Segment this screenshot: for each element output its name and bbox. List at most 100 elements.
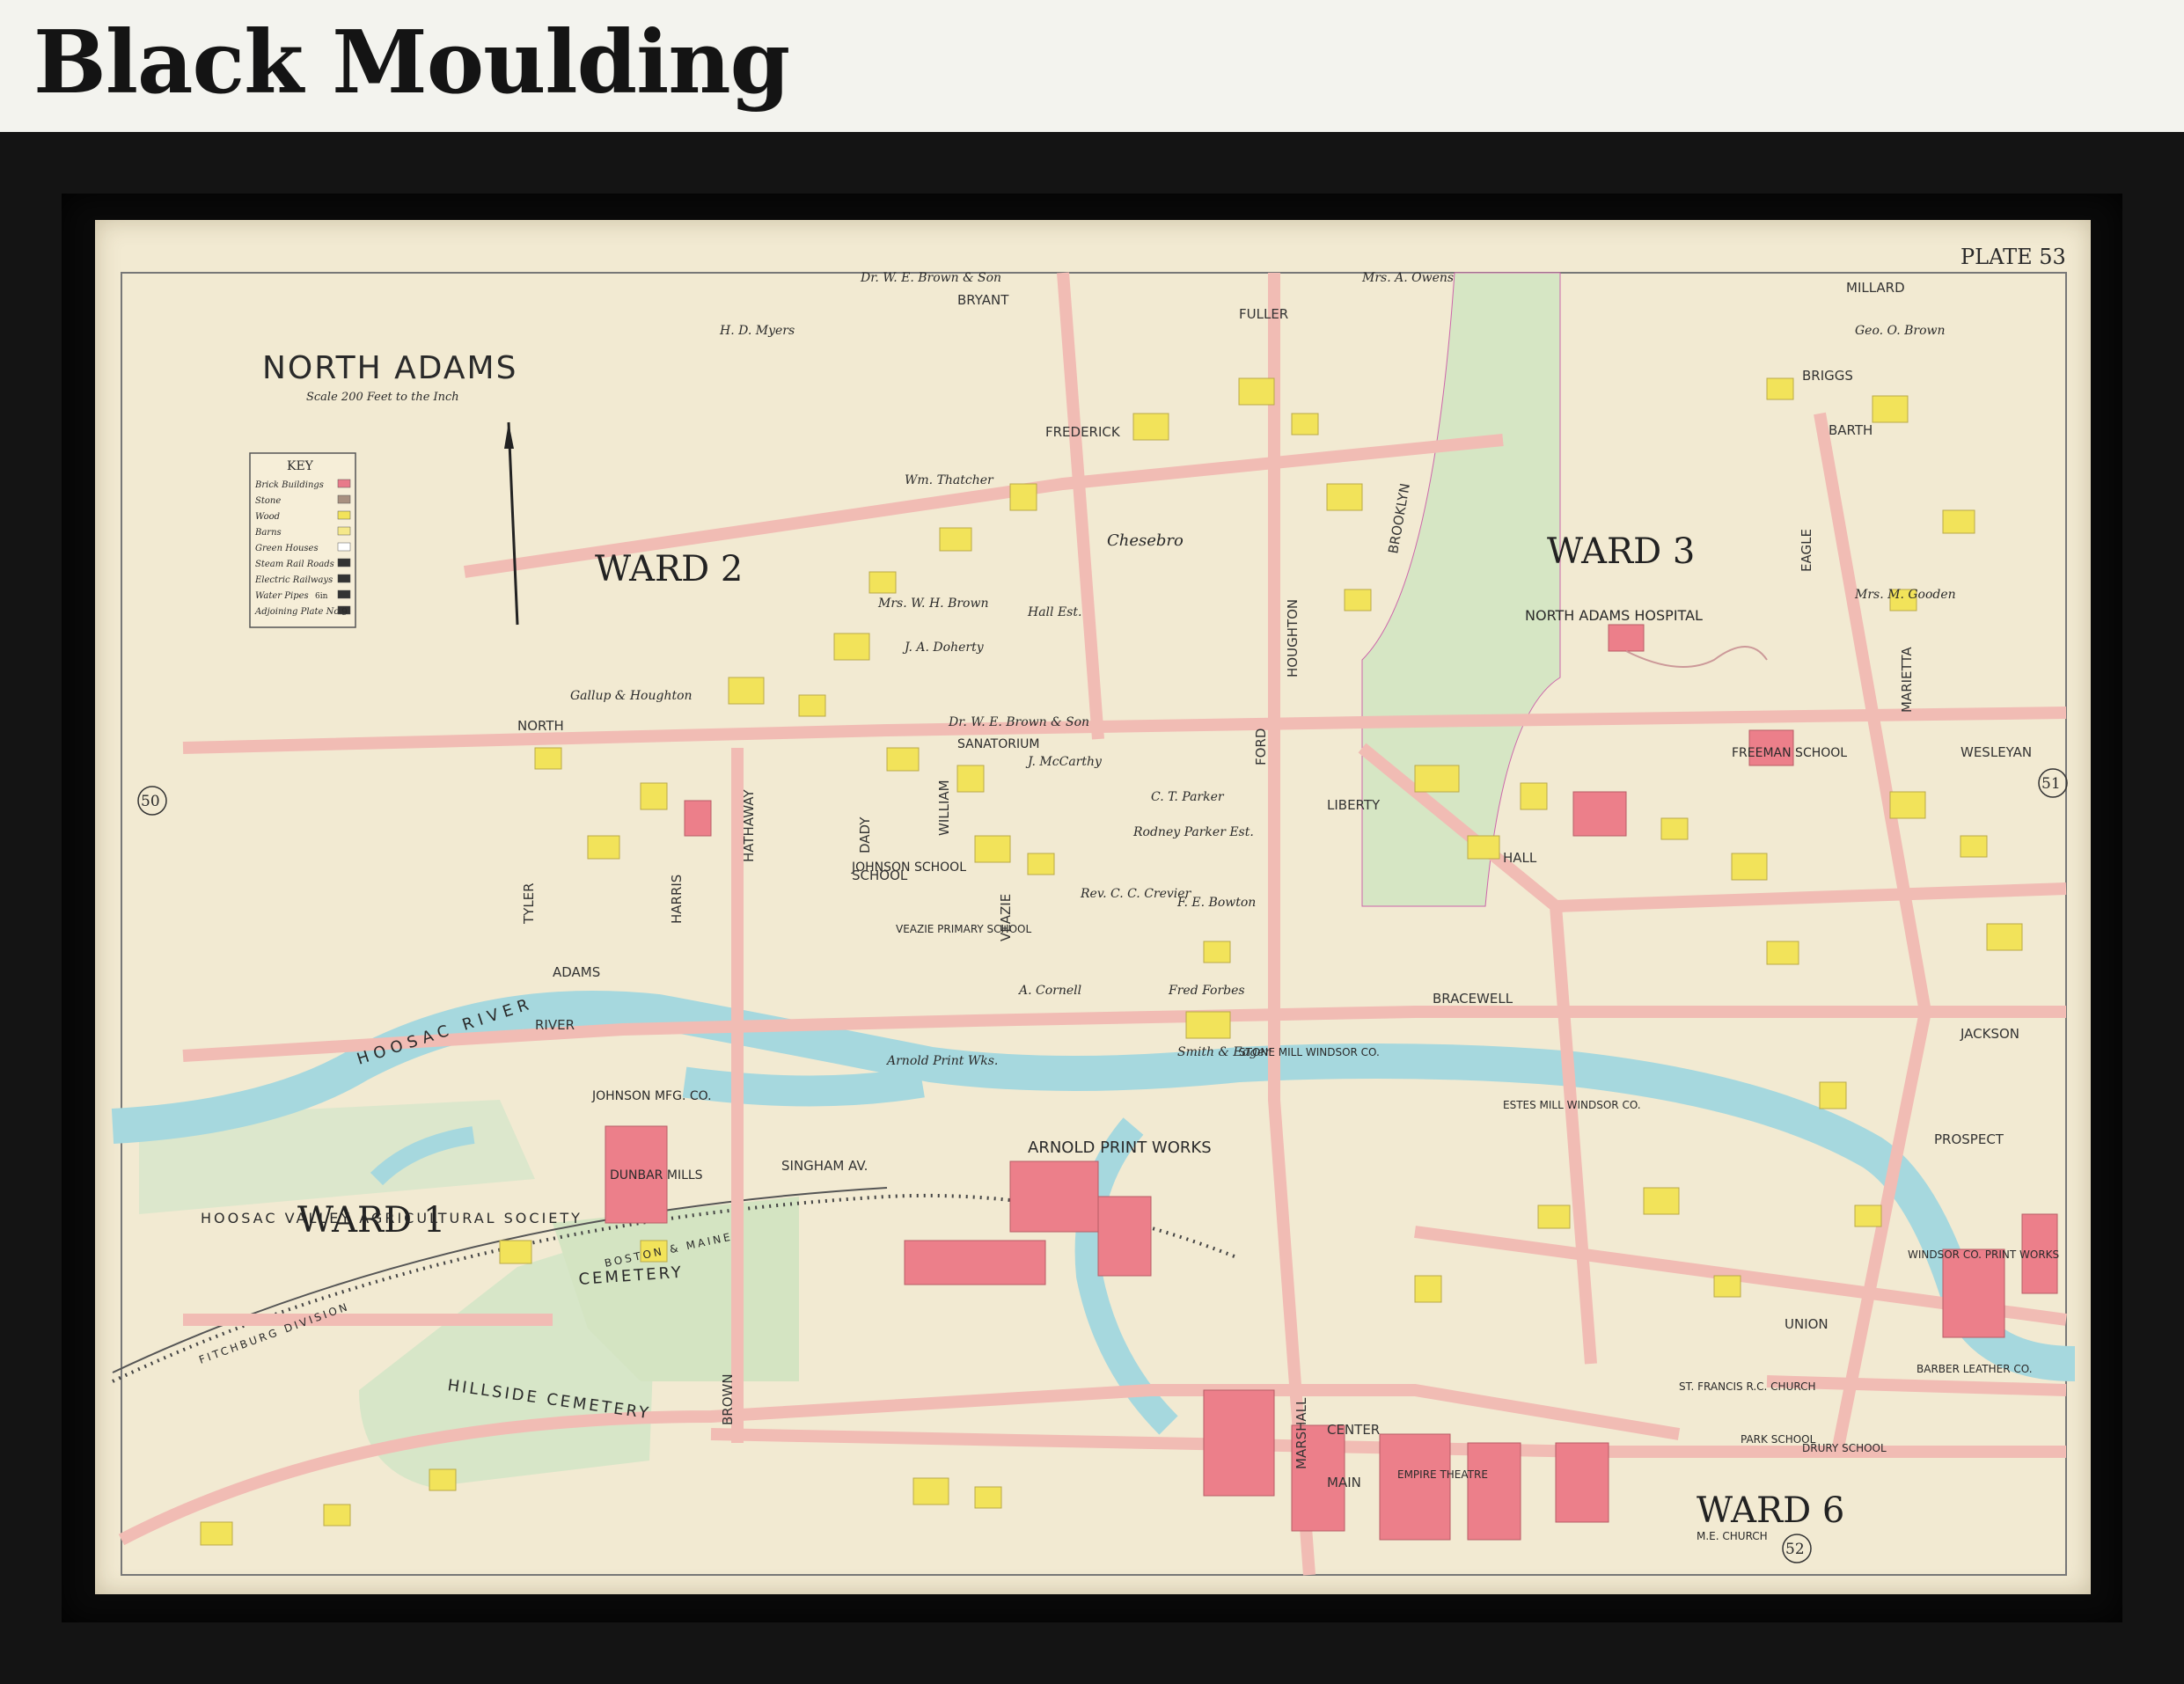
street-houghton: HOUGHTON [1285, 599, 1301, 677]
street-dady: DADY [857, 816, 873, 853]
label-arnold-print-works: ARNOLD PRINT WORKS [1028, 1139, 1212, 1157]
owner-brown-son-2: Dr. W. E. Brown & Son [948, 715, 1089, 729]
owner-myers: H. D. Myers [719, 324, 795, 338]
label-hospital: NORTH ADAMS HOSPITAL [1525, 607, 1703, 624]
plate-label: PLATE 53 [1960, 245, 2066, 269]
street-prospect: PROSPECT [1934, 1131, 2004, 1147]
street-harris: HARRIS [669, 875, 685, 924]
owner-rodney-parker: Rodney Parker Est. [1132, 825, 1254, 839]
street-fuller: FULLER [1239, 306, 1288, 322]
owner-gooden: Mrs. M. Gooden [1854, 588, 1956, 602]
street-veazie: VEAZIE [998, 894, 1014, 941]
label-johnson-mfg: JOHNSON MFG. CO. [591, 1089, 712, 1103]
map-canvas: PLATE 53 NORTH ADAMS Scale 200 Feet to t… [111, 245, 2076, 1576]
street-union: UNION [1785, 1316, 1829, 1332]
key-item-swatch [337, 510, 351, 520]
label-windsor-print: WINDSOR CO. PRINT WORKS [1908, 1248, 2059, 1261]
label-st-francis: ST. FRANCIS R.C. CHURCH [1679, 1380, 1816, 1393]
street-liberty: LIBERTY [1327, 797, 1381, 813]
key-item-label: Adjoining Plate No. [254, 607, 341, 617]
hospital-building [1608, 624, 1645, 652]
street-school: SCHOOL [852, 868, 908, 883]
street-eagle: EAGLE [1799, 529, 1814, 572]
adjoining-plate-51: 51 [2041, 775, 2061, 793]
key-item-swatch [337, 542, 351, 552]
key-water-pipes-note: 6in [315, 592, 328, 601]
owner-smith-eager: Smith & Eager [1177, 1045, 1272, 1059]
street-hall: HALL [1503, 850, 1537, 866]
key-item-label: Stone [255, 496, 281, 506]
street-main: MAIN [1327, 1475, 1361, 1490]
street-ford: FORD [1253, 729, 1269, 765]
street-adams: ADAMS [553, 964, 600, 980]
label-empire-theatre: EMPIRE THEATRE [1397, 1468, 1488, 1481]
owner-owens: Mrs. A. Owens [1361, 271, 1454, 285]
map-title: NORTH ADAMS [262, 350, 517, 386]
key-item-label: Steam Rail Roads [255, 560, 334, 569]
owner-ct-parker: C. T. Parker [1151, 790, 1225, 804]
key-item-swatch [337, 558, 351, 567]
owner-forbes: Fred Forbes [1168, 984, 1245, 998]
street-marshall: MARSHALL [1294, 1397, 1309, 1469]
ward-3-label: WARD 3 [1547, 531, 1695, 572]
owner-chesebro: Chesebro [1107, 531, 1184, 550]
label-me-church: M.E. CHURCH [1697, 1530, 1768, 1542]
owner-doherty: J. A. Doherty [902, 641, 985, 655]
owner-mrs-brown: Mrs. W. H. Brown [877, 597, 988, 611]
key-item-swatch [337, 526, 351, 536]
owner-geo-brown: Geo. O. Brown [1855, 324, 1946, 338]
label-barber-leather: BARBER LEATHER CO. [1916, 1363, 2033, 1375]
hospital-drive [1625, 646, 1768, 668]
street-bracewell: BRACEWELL [1433, 991, 1513, 1007]
key-item-label: Water Pipes [255, 591, 309, 601]
ward-6-label: WARD 6 [1697, 1490, 1844, 1531]
label-dunbar-mills: DUNBAR MILLS [610, 1168, 703, 1182]
label-hoosac-valley: HOOSAC VALLEY AGRICULTURAL SOCIETY [201, 1210, 583, 1226]
key-item-swatch [337, 574, 351, 583]
street-william: WILLIAM [936, 780, 952, 836]
river-island-channel [682, 1066, 925, 1107]
key-item-label: Green Houses [255, 544, 319, 553]
street-tyler: TYLER [521, 882, 537, 925]
key-adjoining-plate-number: 9 [341, 606, 348, 618]
key-item-label: Brick Buildings [254, 480, 324, 490]
label-fitchburg: FITCHBURG DIVISION [197, 1300, 351, 1366]
owner-mccarthy: J. McCarthy [1025, 755, 1103, 769]
key-item-swatch [337, 479, 351, 488]
adjoining-plate-50: 50 [141, 793, 160, 810]
ward-2-label: WARD 2 [595, 549, 743, 589]
street-brooklyn: BROOKLYN [1385, 482, 1413, 555]
key-item-swatch [337, 494, 351, 504]
street-frederick: FREDERICK [1045, 424, 1121, 440]
key-item-label: Electric Railways [254, 575, 333, 585]
street-hathaway: HATHAWAY [741, 789, 757, 862]
street-briggs: BRIGGS [1802, 368, 1853, 384]
street-jackson: JACKSON [1960, 1026, 2019, 1042]
label-estes-mill: ESTES MILL WINDSOR CO. [1503, 1099, 1641, 1111]
map-scale: Scale 200 Feet to the Inch [306, 391, 459, 404]
street-singham: SINGHAM AV. [781, 1158, 868, 1174]
street-barth: BARTH [1829, 422, 1873, 438]
street-north: NORTH [517, 718, 564, 734]
street-brown: BROWN [720, 1373, 736, 1425]
hospital-grounds [1361, 272, 1561, 907]
street-bryant: BRYANT [957, 292, 1009, 308]
north-arrow-head [504, 422, 514, 449]
street-marietta: MARIETTA [1899, 647, 1915, 713]
map-print[interactable]: PLATE 53 NORTH ADAMS Scale 200 Feet to t… [95, 220, 2091, 1594]
north-arrow [507, 421, 519, 626]
owner-hall-est: Hall Est. [1027, 605, 1081, 619]
owner-thatcher: Wm. Thatcher [905, 473, 994, 487]
street-center: CENTER [1327, 1422, 1380, 1438]
label-park-school: PARK SCHOOL [1741, 1433, 1816, 1446]
key-heading: KEY [287, 459, 314, 473]
street-millard: MILLARD [1846, 280, 1905, 296]
key-item-label: Barns [254, 528, 282, 538]
key-item-swatch [337, 589, 351, 599]
key-item-label: Wood [255, 512, 280, 522]
label-sanatorium: SANATORIUM [957, 737, 1039, 751]
page-caption: Black Moulding [33, 12, 790, 113]
owner-arnold-print-wks: Arnold Print Wks. [885, 1054, 998, 1068]
owner-brown-son: Dr. W. E. Brown & Son [860, 271, 1001, 285]
label-freeman-school: FREEMAN SCHOOL [1732, 746, 1847, 760]
